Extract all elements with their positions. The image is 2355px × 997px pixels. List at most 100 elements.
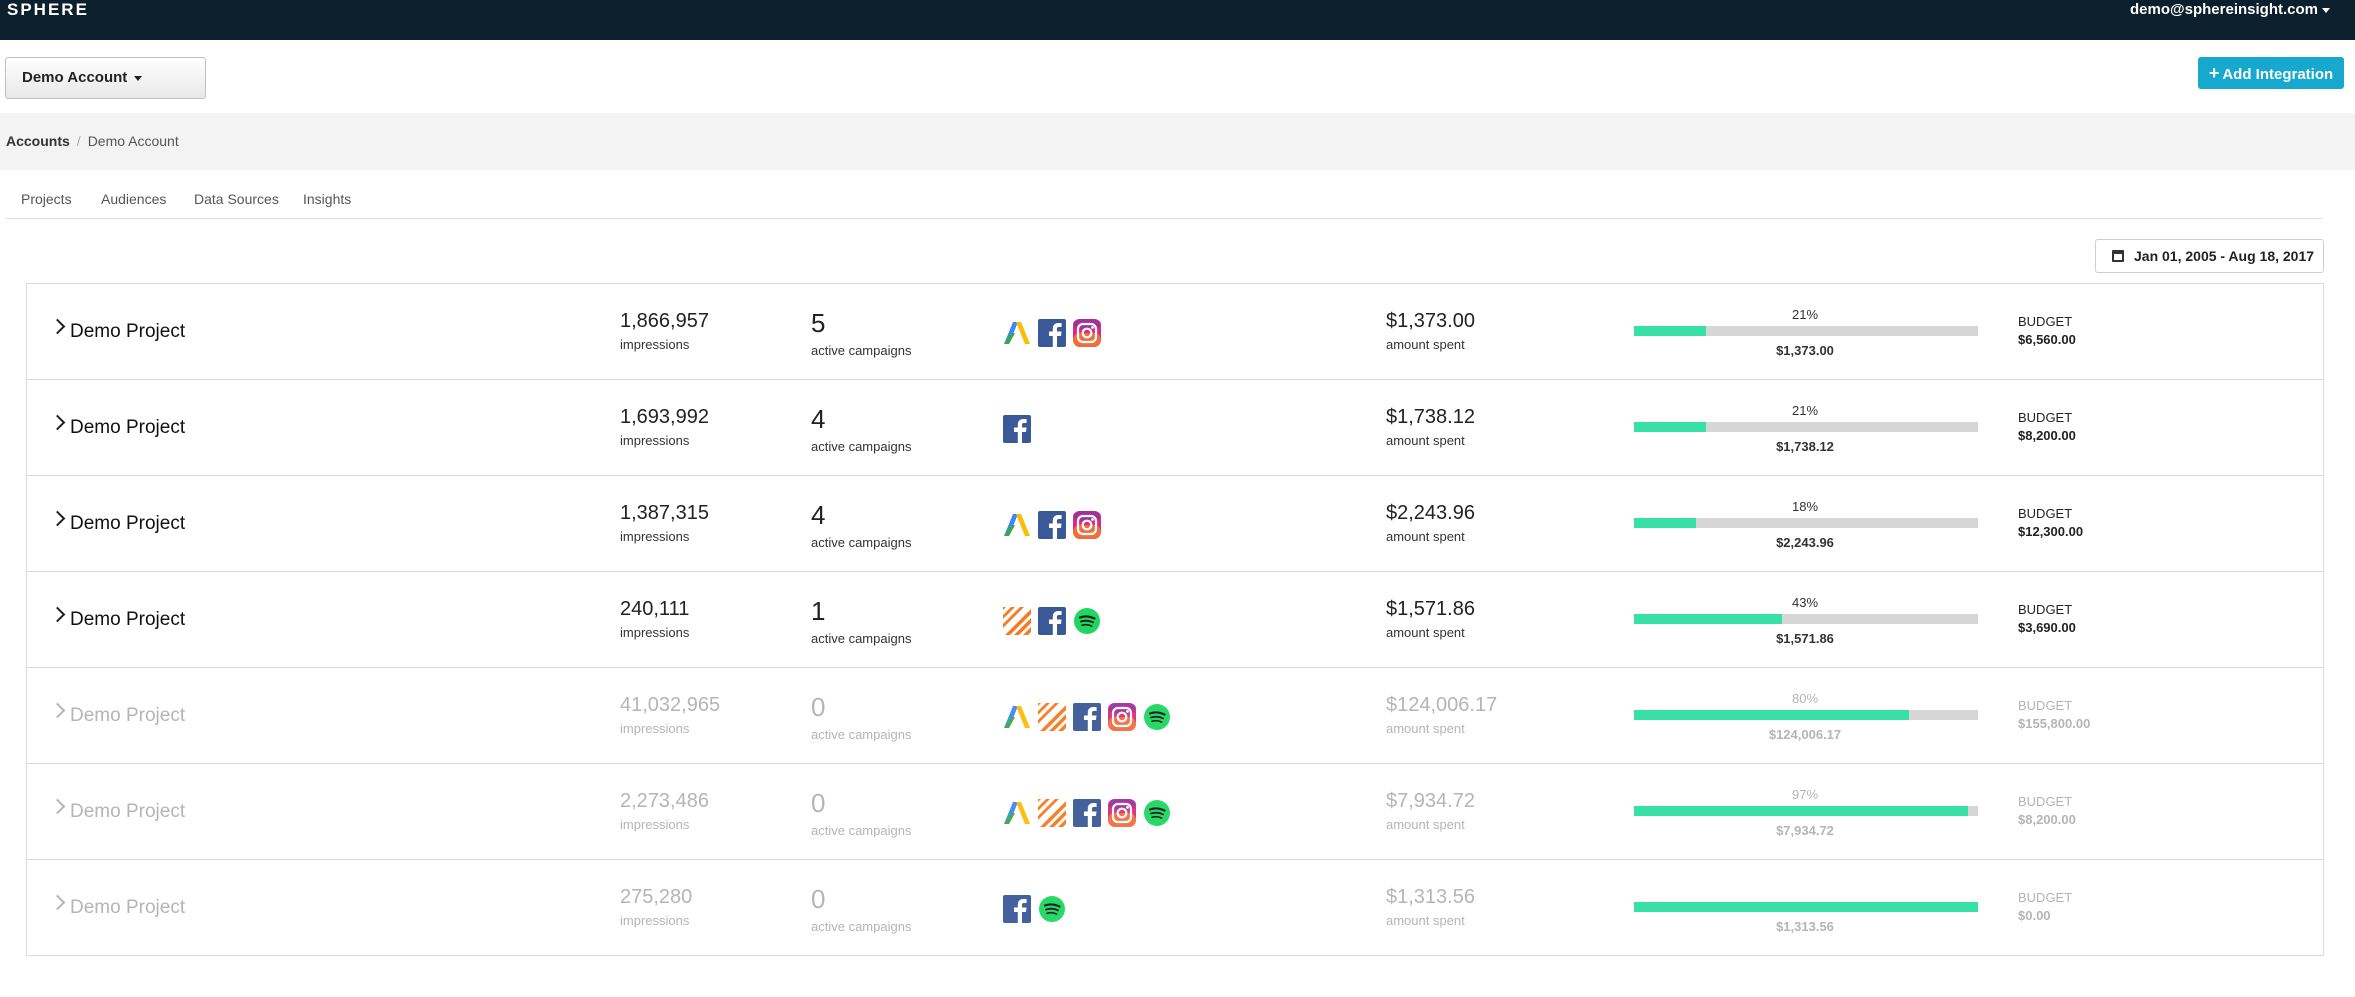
budget-value: $8,200.00 — [2018, 812, 2076, 827]
budget-label: BUDGET — [2018, 890, 2073, 905]
user-menu[interactable]: demo@sphereinsight.com — [2130, 1, 2330, 18]
instagram-icon — [1108, 703, 1136, 731]
chevron-right-icon[interactable] — [49, 798, 66, 815]
budget-label: BUDGET — [2018, 602, 2073, 617]
project-name[interactable]: Demo Project — [70, 417, 185, 439]
spotify-icon — [1073, 607, 1101, 635]
budget-progress-fill — [1634, 326, 1707, 336]
integration-icons — [1003, 607, 1108, 635]
facebook-icon — [1073, 799, 1101, 827]
chevron-right-icon[interactable] — [49, 702, 66, 719]
chevron-right-icon[interactable] — [49, 510, 66, 527]
amount-spent-label: amount spent — [1386, 625, 1465, 640]
amount-spent-value: $7,934.72 — [1386, 790, 1475, 812]
active-campaigns-label: active campaigns — [811, 631, 912, 646]
instagram-icon — [1073, 319, 1101, 347]
budget-progress-bar — [1634, 902, 1978, 912]
chevron-right-icon[interactable] — [49, 894, 66, 911]
impressions-label: impressions — [620, 721, 690, 736]
impressions-value: 275,280 — [620, 886, 693, 908]
progress-amount-spent: $7,934.72 — [1776, 823, 1834, 838]
tab-audiences[interactable]: Audiences — [101, 191, 166, 207]
impressions-label: impressions — [620, 817, 690, 832]
account-dropdown[interactable]: Demo Account — [5, 57, 206, 99]
budget-progress-bar — [1634, 326, 1978, 336]
active-campaigns-value: 0 — [811, 788, 826, 818]
chevron-right-icon[interactable] — [49, 414, 66, 431]
facebook-icon — [1038, 607, 1066, 635]
top-navbar: SPHERE demo@sphereinsight.com — [0, 0, 2355, 40]
budget-value: $8,200.00 — [2018, 428, 2076, 443]
date-range-picker[interactable]: Jan 01, 2005 - Aug 18, 2017 — [2095, 239, 2324, 273]
amount-spent-label: amount spent — [1386, 721, 1465, 736]
chevron-right-icon[interactable] — [49, 606, 66, 623]
tab-projects[interactable]: Projects — [21, 191, 72, 207]
amount-spent-label: amount spent — [1386, 433, 1465, 448]
tab-data-sources[interactable]: Data Sources — [194, 191, 279, 207]
active-campaigns-value: 1 — [811, 596, 826, 626]
integration-icons — [1003, 319, 1108, 347]
budget-progress-fill — [1634, 806, 1968, 816]
active-campaigns-value: 4 — [811, 500, 826, 530]
budget-label: BUDGET — [2018, 698, 2073, 713]
tab-insights[interactable]: Insights — [303, 191, 351, 207]
project-name[interactable]: Demo Project — [70, 609, 185, 631]
adwords-icon — [1003, 799, 1031, 827]
budget-value: $12,300.00 — [2018, 524, 2084, 539]
budget-percent: 43% — [1791, 595, 1819, 610]
breadcrumb-separator: / — [76, 133, 81, 149]
add-integration-button[interactable]: + Add Integration — [2198, 57, 2344, 89]
project-row[interactable]: Demo Project 275,280 impressions 0 active ca… — [27, 860, 2323, 956]
budget-progress-bar — [1634, 806, 1978, 816]
project-name[interactable]: Demo Project — [70, 801, 185, 823]
project-row[interactable]: Demo Project 240,111 impressions 1 active ca… — [27, 572, 2323, 668]
integration-icons — [1003, 415, 1038, 443]
facebook-icon — [1038, 511, 1066, 539]
project-row[interactable]: Demo Project 1,693,992 impressions 4 active … — [27, 380, 2323, 476]
active-campaigns-label: active campaigns — [811, 727, 912, 742]
budget-progress-fill — [1634, 518, 1696, 528]
project-row[interactable]: Demo Project 1,387,315 impressions 4 active … — [27, 476, 2323, 572]
facebook-icon — [1073, 703, 1101, 731]
instagram-icon — [1108, 799, 1136, 827]
impressions-label: impressions — [620, 337, 690, 352]
progress-amount-spent: $1,738.12 — [1776, 439, 1834, 454]
project-name[interactable]: Demo Project — [70, 705, 185, 727]
spotify-icon — [1143, 799, 1171, 827]
impressions-value: 41,032,965 — [620, 694, 721, 716]
active-campaigns-label: active campaigns — [811, 439, 912, 454]
adwords-icon — [1003, 511, 1031, 539]
amount-spent-label: amount spent — [1386, 913, 1465, 928]
project-row[interactable]: Demo Project 2,273,486 impressions 0 active … — [27, 764, 2323, 860]
adwords-icon — [1003, 319, 1031, 347]
amount-spent-label: amount spent — [1386, 817, 1465, 832]
budget-percent: 21% — [1791, 403, 1819, 418]
budget-progress-bar — [1634, 614, 1978, 624]
amount-spent-value: $124,006.17 — [1386, 694, 1498, 716]
project-row[interactable]: Demo Project 1,866,957 impressions 5 active … — [27, 284, 2323, 380]
budget-progress-fill — [1634, 710, 1910, 720]
app-logo[interactable]: SPHERE — [7, 0, 89, 20]
active-campaigns-label: active campaigns — [811, 343, 912, 358]
project-row[interactable]: Demo Project 41,032,965 impressions 0 active… — [27, 668, 2323, 764]
spotify-icon — [1143, 703, 1171, 731]
date-range-label: Jan 01, 2005 - Aug 18, 2017 — [2134, 248, 2315, 264]
project-name[interactable]: Demo Project — [70, 513, 185, 535]
impressions-label: impressions — [620, 529, 690, 544]
project-name[interactable]: Demo Project — [70, 321, 185, 343]
chevron-down-icon — [2322, 7, 2330, 13]
active-campaigns-label: active campaigns — [811, 535, 912, 550]
amount-spent-label: amount spent — [1386, 337, 1465, 352]
budget-value: $6,560.00 — [2018, 332, 2076, 347]
budget-label: BUDGET — [2018, 314, 2073, 329]
calendar-icon — [2112, 250, 2124, 262]
breadcrumb-current: Demo Account — [87, 133, 179, 149]
breadcrumb-accounts-link[interactable]: Accounts — [6, 133, 70, 149]
project-name[interactable]: Demo Project — [70, 897, 185, 919]
budget-value: $155,800.00 — [2018, 716, 2091, 731]
impressions-value: 1,866,957 — [620, 310, 709, 332]
chevron-right-icon[interactable] — [49, 318, 66, 335]
amount-spent-value: $2,243.96 — [1386, 502, 1475, 524]
budget-progress-bar — [1634, 422, 1978, 432]
spotify-icon — [1038, 895, 1066, 923]
